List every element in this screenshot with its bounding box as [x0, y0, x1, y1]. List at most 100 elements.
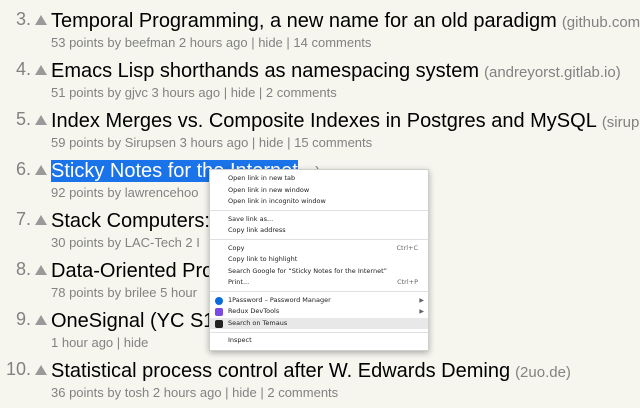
- comments-link[interactable]: 2 comments: [266, 85, 337, 100]
- separator: |: [255, 85, 266, 100]
- story-title-row: Index Merges vs. Composite Indexes in Po…: [51, 108, 639, 136]
- menu-open-new-window[interactable]: Open link in new window: [210, 185, 428, 197]
- menu-label: Inspect: [228, 336, 252, 344]
- menu-save-link[interactable]: Save link as...: [210, 214, 428, 226]
- story-title-link[interactable]: Emacs Lisp shorthands as namespacing sys…: [51, 60, 479, 82]
- menu-password-manager[interactable]: 1Password – Password Manager ▶: [210, 295, 428, 307]
- comments-link[interactable]: 15 comments: [294, 135, 372, 150]
- upvote-arrow-icon[interactable]: [35, 215, 47, 225]
- separator: |: [248, 135, 259, 150]
- menu-shortcut: Ctrl+C: [396, 243, 418, 252]
- story-meta: 36 points by tosh 2 hours ago: [51, 385, 222, 400]
- story-title-link[interactable]: Stack Computers:: [51, 210, 210, 232]
- menu-label: Search Google for “Sticky Notes for the …: [228, 266, 388, 275]
- menu-open-new-tab[interactable]: Open link in new tab: [210, 173, 428, 185]
- upvote-arrow-icon[interactable]: [35, 15, 47, 25]
- hide-link[interactable]: hide: [258, 35, 283, 50]
- story-rank: 6.: [15, 159, 31, 179]
- story-subtext: 59 points by Sirupsen 3 hours ago | hide…: [51, 134, 372, 152]
- menu-label: Copy link to highlight: [228, 255, 298, 263]
- story-rank: 5.: [15, 109, 31, 129]
- menu-divider: [210, 331, 428, 333]
- menu-label: Save link as...: [228, 214, 274, 223]
- story-title-link[interactable]: OneSignal (YC S1: [51, 310, 214, 332]
- menu-label: Open link in incognito window: [228, 197, 326, 205]
- story-subtext: 53 points by beefman 2 hours ago | hide …: [51, 34, 371, 52]
- menu-label: Copy: [228, 243, 245, 252]
- menu-divider: [210, 210, 428, 211]
- menu-redux-devtools[interactable]: Redux DevTools ▶: [210, 306, 428, 318]
- menu-shortcut: Ctrl+P: [397, 278, 418, 286]
- 1password-icon: [215, 296, 223, 305]
- story-title-link[interactable]: Statistical process control after W. Edw…: [51, 360, 510, 382]
- hide-link[interactable]: hide: [124, 335, 149, 350]
- menu-search-google[interactable]: Search Google for “Sticky Notes for the …: [210, 266, 428, 278]
- story-title-link[interactable]: Temporal Programming, a new name for an …: [51, 10, 557, 32]
- upvote-arrow-icon[interactable]: [35, 365, 47, 375]
- story-subtext: 51 points by gjvc 3 hours ago | hide | 2…: [51, 84, 337, 102]
- menu-label: Search on Temaus: [228, 318, 288, 327]
- story-title-link[interactable]: Index Merges vs. Composite Indexes in Po…: [51, 110, 597, 132]
- menu-label: Open link in new window: [228, 185, 310, 194]
- redux-icon: [215, 308, 223, 316]
- story-rank: 7.: [15, 209, 31, 229]
- story-meta: 1 hour ago: [51, 335, 114, 350]
- temaus-icon: [215, 319, 223, 328]
- story-subtext: 78 points by brilee 5 hour: [51, 284, 197, 302]
- context-menu: Open link in new tab Open link in new wi…: [209, 169, 429, 351]
- menu-copy[interactable]: Copy Ctrl+C: [210, 243, 428, 255]
- hide-link[interactable]: hide: [231, 85, 256, 100]
- story-meta: 78 points by brilee 5 hour: [51, 285, 197, 300]
- story-meta: 30 points by LAC-Tech 2 I: [51, 235, 200, 250]
- separator: |: [221, 385, 233, 400]
- upvote-arrow-icon[interactable]: [35, 115, 47, 125]
- separator: |: [113, 335, 124, 350]
- hide-link[interactable]: hide: [232, 385, 257, 400]
- submenu-arrow-icon: ▶: [419, 308, 424, 315]
- menu-search-temaus[interactable]: Search on Temaus: [210, 317, 428, 329]
- menu-label: Redux DevTools: [228, 307, 280, 315]
- story-rank: 8.: [15, 259, 31, 279]
- separator: |: [282, 35, 294, 50]
- separator: |: [283, 135, 295, 150]
- menu-inspect[interactable]: Inspect: [210, 335, 428, 347]
- story-site[interactable]: (sirup: [602, 114, 640, 131]
- story-meta: 59 points by Sirupsen 3 hours ago: [51, 135, 249, 150]
- story-item: 5. Index Merges vs. Composite Indexes in …: [0, 108, 640, 158]
- menu-label: 1Password – Password Manager: [228, 295, 331, 304]
- hide-link[interactable]: hide: [259, 135, 284, 150]
- story-title-row: Statistical process control after W. Edw…: [51, 358, 571, 386]
- story-title-link[interactable]: Data-Oriented Pro: [51, 260, 213, 282]
- story-meta: 92 points by lawrencehoo: [51, 185, 199, 200]
- menu-print[interactable]: Print... Ctrl+P: [210, 277, 428, 289]
- upvote-arrow-icon[interactable]: [35, 165, 47, 175]
- upvote-arrow-icon[interactable]: [35, 65, 47, 75]
- story-site[interactable]: (2uo.de): [515, 364, 571, 381]
- upvote-arrow-icon[interactable]: [35, 315, 47, 325]
- submenu-arrow-icon: ▶: [419, 296, 424, 304]
- comments-link[interactable]: 2 comments: [267, 385, 338, 400]
- story-item: 4. Emacs Lisp shorthands as namespacing s…: [0, 58, 640, 108]
- menu-label: Open link in new tab: [228, 174, 296, 182]
- story-site[interactable]: (andreyorst.gitlab.io): [484, 64, 621, 81]
- menu-open-incognito[interactable]: Open link in incognito window: [210, 196, 428, 208]
- upvote-arrow-icon[interactable]: [35, 265, 47, 275]
- story-rank: 3.: [15, 9, 31, 29]
- comments-link[interactable]: 14 comments: [293, 35, 371, 50]
- menu-label: Copy link address: [228, 226, 286, 234]
- story-title-row: Temporal Programming, a new name for an …: [51, 8, 640, 36]
- menu-divider: [210, 239, 428, 240]
- story-rank: 9.: [15, 309, 31, 329]
- separator: |: [256, 385, 268, 400]
- story-subtext: 1 hour ago | hide: [51, 334, 148, 352]
- story-title-row: Emacs Lisp shorthands as namespacing sys…: [51, 58, 621, 86]
- story-rank: 4.: [15, 59, 31, 79]
- menu-copy-link[interactable]: Copy link address: [210, 225, 428, 237]
- menu-copy-highlight[interactable]: Copy link to highlight: [210, 254, 428, 266]
- story-subtext: 30 points by LAC-Tech 2 I: [51, 234, 200, 252]
- story-site[interactable]: (github.com: [562, 14, 640, 31]
- story-subtext: 92 points by lawrencehoo: [51, 184, 198, 202]
- story-meta: 53 points by beefman 2 hours ago: [51, 35, 248, 50]
- story-item: 10. Statistical process control after W. …: [0, 358, 640, 408]
- story-rank: 10.: [5, 359, 31, 379]
